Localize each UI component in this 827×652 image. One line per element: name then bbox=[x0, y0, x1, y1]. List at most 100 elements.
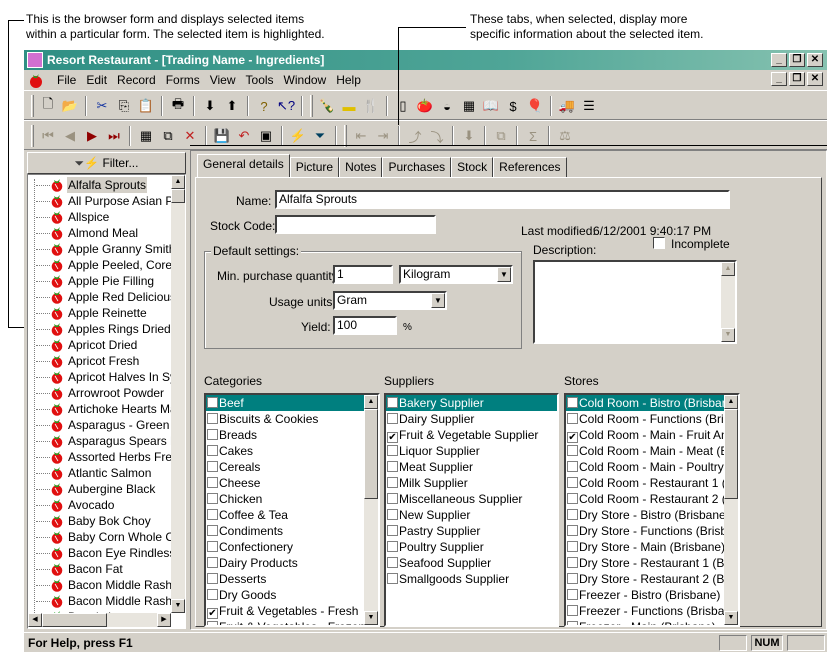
checkbox[interactable] bbox=[207, 493, 218, 504]
checkbox[interactable] bbox=[387, 509, 398, 520]
suppliers-list-item[interactable]: Smallgoods Supplier bbox=[386, 571, 557, 587]
stock-code-input[interactable] bbox=[275, 215, 436, 234]
save-button[interactable]: 💾 bbox=[211, 125, 233, 147]
cut-button[interactable]: ✂ bbox=[91, 95, 113, 117]
first-record-button[interactable]: ⏮ bbox=[37, 125, 59, 147]
new-record-button[interactable]: ▦ bbox=[135, 125, 157, 147]
windows-button[interactable]: ⧉ bbox=[490, 125, 512, 147]
menu-help[interactable]: Help bbox=[331, 73, 366, 87]
balloons-button[interactable]: 🎈 bbox=[524, 95, 546, 117]
suppliers-list-item[interactable]: Milk Supplier bbox=[386, 475, 557, 491]
suppliers-list-item[interactable]: Dairy Supplier bbox=[386, 411, 557, 427]
categories-list-item[interactable]: Breads bbox=[206, 427, 364, 443]
suppliers-list-item[interactable]: Seafood Supplier bbox=[386, 555, 557, 571]
checkbox[interactable] bbox=[207, 573, 218, 584]
tree-item[interactable]: Asparagus - Green Fresh bbox=[28, 417, 173, 433]
book-button[interactable]: 📖 bbox=[480, 95, 502, 117]
checkbox[interactable] bbox=[387, 461, 398, 472]
tree-item[interactable]: Arrowroot Powder bbox=[28, 385, 173, 401]
scroll-right-button[interactable]: ▶ bbox=[157, 613, 171, 627]
chevron-down-icon[interactable]: ▼ bbox=[497, 267, 511, 282]
filter-button[interactable]: ⏷ bbox=[309, 125, 331, 147]
categories-list-item[interactable]: Confectionery bbox=[206, 539, 364, 555]
min-qty-unit-select[interactable]: Kilogram ▼ bbox=[399, 265, 513, 284]
report-button[interactable]: ☰ bbox=[578, 95, 600, 117]
categories-list-item[interactable]: Chicken bbox=[206, 491, 364, 507]
categories-list-item[interactable]: Cereals bbox=[206, 459, 364, 475]
checkbox[interactable] bbox=[387, 493, 398, 504]
checkbox[interactable] bbox=[207, 429, 218, 440]
categories-list-item[interactable]: Condiments bbox=[206, 523, 364, 539]
checkbox[interactable] bbox=[567, 541, 578, 552]
tree-item[interactable]: Bacon Eye Rindless bbox=[28, 545, 173, 561]
scroll-down-button[interactable]: ▼ bbox=[364, 611, 378, 625]
suppliers-list-item[interactable]: Miscellaneous Supplier bbox=[386, 491, 557, 507]
tree-item[interactable]: All Purpose Asian Paste bbox=[28, 193, 173, 209]
undo-save-button[interactable]: ↶ bbox=[233, 125, 255, 147]
tab-stock[interactable]: Stock bbox=[451, 157, 494, 178]
menu-forms[interactable]: Forms bbox=[161, 73, 205, 87]
tab-references[interactable]: References bbox=[493, 157, 567, 178]
tree-item[interactable]: Apple Granny Smith bbox=[28, 241, 173, 257]
suppliers-list-item[interactable]: ✔ Fruit & Vegetable Supplier bbox=[386, 427, 557, 443]
checkbox[interactable] bbox=[207, 397, 218, 408]
scroll-thumb[interactable] bbox=[171, 189, 185, 203]
tree-item[interactable]: Almond Meal bbox=[28, 225, 173, 241]
link-right-button[interactable]: ⇥ bbox=[372, 125, 394, 147]
last-record-button[interactable]: ⏭ bbox=[103, 125, 125, 147]
suppliers-list-item[interactable]: Bakery Supplier bbox=[386, 395, 557, 411]
quick-filter-button[interactable]: ⚡ bbox=[287, 125, 309, 147]
tree-item[interactable]: Apricot Dried bbox=[28, 337, 173, 353]
stores-list-item[interactable]: Cold Room - Restaurant 2 (Brisbane) bbox=[566, 491, 738, 507]
tree-vertical-scrollbar[interactable]: ▲ ▼ bbox=[171, 175, 185, 613]
tree-item[interactable]: Bacon Middle Rashers bbox=[28, 577, 173, 593]
description-textarea[interactable]: ▲ ▼ bbox=[533, 260, 737, 344]
restore-button[interactable]: ❐ bbox=[789, 53, 805, 67]
checkbox[interactable] bbox=[567, 589, 578, 600]
description-scrollbar[interactable]: ▲ ▼ bbox=[721, 262, 735, 342]
import-button[interactable]: ⬇ bbox=[458, 125, 480, 147]
categories-list-item[interactable]: Cakes bbox=[206, 443, 364, 459]
name-input[interactable]: Alfalfa Sprouts bbox=[275, 190, 730, 209]
liquor-button[interactable]: 🍾 bbox=[316, 95, 338, 117]
tree-item[interactable]: Apple Pie Filling bbox=[28, 273, 173, 289]
checkbox[interactable] bbox=[567, 413, 578, 424]
tree-item[interactable]: Apple Peeled, Cored And Sliced bbox=[28, 257, 173, 273]
checkbox[interactable] bbox=[567, 477, 578, 488]
scroll-thumb-horizontal[interactable] bbox=[42, 613, 107, 627]
ingredient-tomato-button[interactable]: 🍅 bbox=[414, 95, 436, 117]
checkbox[interactable] bbox=[387, 445, 398, 456]
tree-item[interactable]: Apricot Fresh bbox=[28, 353, 173, 369]
incomplete-checkbox[interactable] bbox=[653, 237, 665, 249]
measuring-jug-button[interactable]: ▯ bbox=[392, 95, 414, 117]
stores-list-item[interactable]: Cold Room - Restaurant 1 (Brisbane) bbox=[566, 475, 738, 491]
checkbox[interactable] bbox=[387, 397, 398, 408]
menu-window[interactable]: Window bbox=[279, 73, 332, 87]
delivery-truck-button[interactable]: 🚚 bbox=[556, 95, 578, 117]
menu-file[interactable]: File bbox=[52, 73, 81, 87]
paste-button[interactable]: 📋 bbox=[135, 95, 157, 117]
stores-list-item[interactable]: Cold Room - Main - Poultry (Brisbane) bbox=[566, 459, 738, 475]
checkbox[interactable] bbox=[207, 589, 218, 600]
scroll-thumb[interactable] bbox=[724, 409, 738, 499]
menu-edit[interactable]: Edit bbox=[81, 73, 112, 87]
recipe-card-button[interactable]: ▦ bbox=[458, 95, 480, 117]
scroll-down-button[interactable]: ▼ bbox=[721, 328, 735, 342]
menu-view[interactable]: View bbox=[205, 73, 241, 87]
min-qty-input[interactable]: 1 bbox=[333, 265, 393, 284]
checkbox[interactable] bbox=[207, 445, 218, 456]
save-close-button[interactable]: ▣ bbox=[255, 125, 277, 147]
menu-tools[interactable]: Tools bbox=[241, 73, 279, 87]
suppliers-list-item[interactable]: Pastry Supplier bbox=[386, 523, 557, 539]
checkbox[interactable] bbox=[567, 493, 578, 504]
move-down-button[interactable]: ⬇ bbox=[199, 95, 221, 117]
tab-general-details[interactable]: General details bbox=[197, 154, 290, 178]
checkbox[interactable] bbox=[567, 605, 578, 616]
checkbox[interactable] bbox=[207, 461, 218, 472]
tree-horizontal-scrollbar[interactable]: ◀ ▶ bbox=[28, 613, 171, 627]
categories-list-item[interactable]: Desserts bbox=[206, 571, 364, 587]
stores-list-item[interactable]: ✔Cold Room - Main - Fruit And Veg (Brisb… bbox=[566, 427, 738, 443]
categories-scrollbar[interactable]: ▲ ▼ bbox=[364, 395, 378, 625]
scroll-up-button[interactable]: ▲ bbox=[721, 262, 735, 276]
scroll-up-button[interactable]: ▲ bbox=[364, 395, 378, 409]
